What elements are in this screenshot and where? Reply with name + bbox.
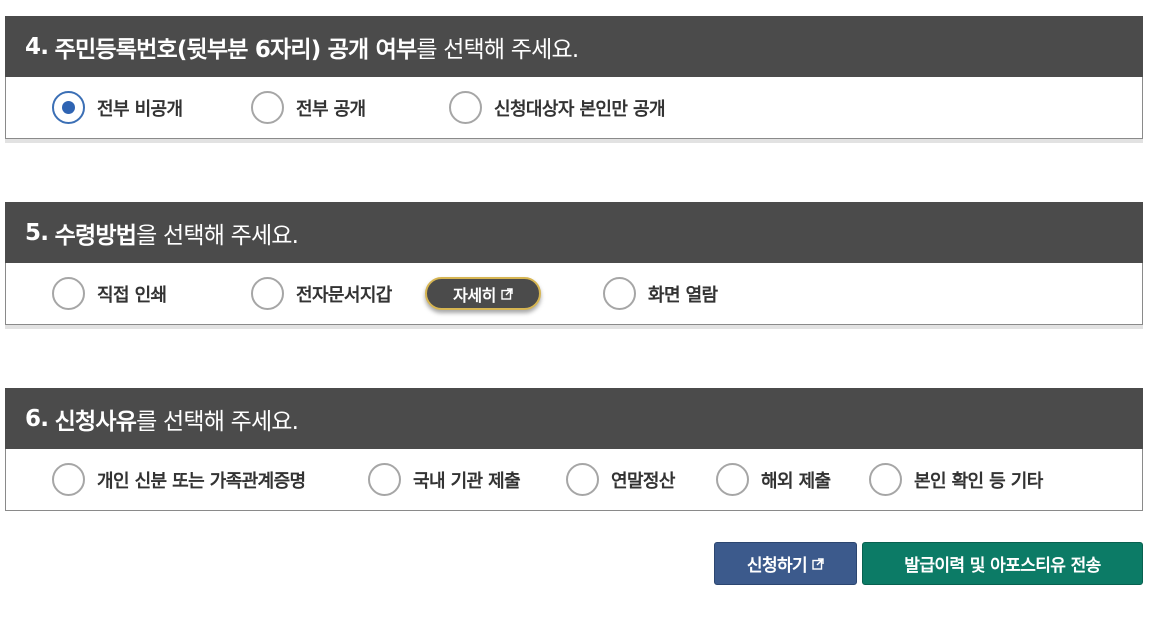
section-header: 4. 주민등록번호(뒷부분 6자리) 공개 여부 를 선택해 주세요. [5,16,1143,77]
detail-button[interactable]: 자세히 [425,277,541,310]
option-group-receipt-method: 직접 인쇄 전자문서지갑 자세히 화면 열람 [5,263,1143,325]
option-group-rrn-disclosure: 전부 비공개 전부 공개 신청대상자 본인만 공개 [5,77,1143,139]
section-header: 5. 수령방법 을 선택해 주세요. [5,202,1143,263]
section-request-reason: 6. 신청사유 를 선택해 주세요. 개인 신분 또는 가족관계증명 국내 기관 … [5,388,1143,511]
section-shadow [5,325,1143,329]
section-title-rest: 를 선택해 주세요. [136,408,299,435]
section-rrn-disclosure: 4. 주민등록번호(뒷부분 6자리) 공개 여부 를 선택해 주세요. 전부 비공… [5,16,1143,143]
external-link-icon [501,287,513,300]
external-link-icon [812,557,824,570]
radio-button[interactable] [449,91,482,124]
radio-option-applicant-only[interactable]: 신청대상자 본인만 공개 [449,77,666,138]
section-header: 6. 신청사유 를 선택해 주세요. [5,388,1143,449]
option-label: 국내 기관 제출 [413,470,521,492]
radio-button[interactable] [566,463,599,496]
radio-button[interactable] [716,463,749,496]
section-number: 6. [25,405,49,432]
option-label: 본인 확인 등 기타 [914,470,1043,492]
radio-button[interactable] [251,277,284,310]
radio-option-all-public[interactable]: 전부 공개 [251,77,366,138]
send-apostille-button[interactable]: 발급이력 및 아포스티유 전송 [862,542,1143,585]
apply-button-label: 신청하기 [746,556,808,576]
radio-button-selected[interactable] [52,91,85,124]
section-number: 5. [25,219,49,246]
option-label: 개인 신분 또는 가족관계증명 [97,470,306,492]
radio-button[interactable] [368,463,401,496]
radio-button[interactable] [869,463,902,496]
radio-option-direct-print[interactable]: 직접 인쇄 [52,263,167,324]
option-label: 전부 비공개 [97,98,183,120]
option-label: 연말정산 [611,470,675,492]
option-group-request-reason: 개인 신분 또는 가족관계증명 국내 기관 제출 연말정산 해외 제출 본인 확… [5,449,1143,511]
section-title-rest: 를 선택해 주세요. [416,36,579,63]
radio-option-e-wallet[interactable]: 전자문서지갑 [251,263,392,324]
send-apostille-button-label: 발급이력 및 아포스티유 전송 [904,556,1101,576]
option-label: 해외 제출 [761,470,831,492]
radio-button[interactable] [603,277,636,310]
section-title-highlight: 주민등록번호(뒷부분 6자리) 공개 여부 [54,36,417,63]
option-label: 전부 공개 [296,98,366,120]
radio-button[interactable] [52,277,85,310]
radio-button[interactable] [52,463,85,496]
section-receipt-method: 5. 수령방법 을 선택해 주세요. 직접 인쇄 전자문서지갑 자세히 화면 열람 [5,202,1143,329]
radio-option-all-private[interactable]: 전부 비공개 [52,77,183,138]
section-shadow [5,139,1143,143]
option-label: 신청대상자 본인만 공개 [494,98,666,120]
section-title-rest: 을 선택해 주세요. [136,222,299,249]
apply-button[interactable]: 신청하기 [714,542,857,585]
option-label: 화면 열람 [648,284,718,306]
detail-button-label: 자세히 [453,285,496,305]
radio-option-overseas[interactable]: 해외 제출 [716,449,831,510]
radio-option-screen-view[interactable]: 화면 열람 [603,263,718,324]
option-label: 전자문서지갑 [296,284,392,306]
section-title-highlight: 수령방법 [54,222,137,249]
radio-option-other[interactable]: 본인 확인 등 기타 [869,449,1043,510]
radio-option-domestic-agency[interactable]: 국내 기관 제출 [368,449,521,510]
section-number: 4. [25,33,49,60]
radio-button[interactable] [251,91,284,124]
section-title-highlight: 신청사유 [54,408,137,435]
option-label: 직접 인쇄 [97,284,167,306]
radio-option-identity-family[interactable]: 개인 신분 또는 가족관계증명 [52,449,306,510]
radio-option-year-end-tax[interactable]: 연말정산 [566,449,675,510]
